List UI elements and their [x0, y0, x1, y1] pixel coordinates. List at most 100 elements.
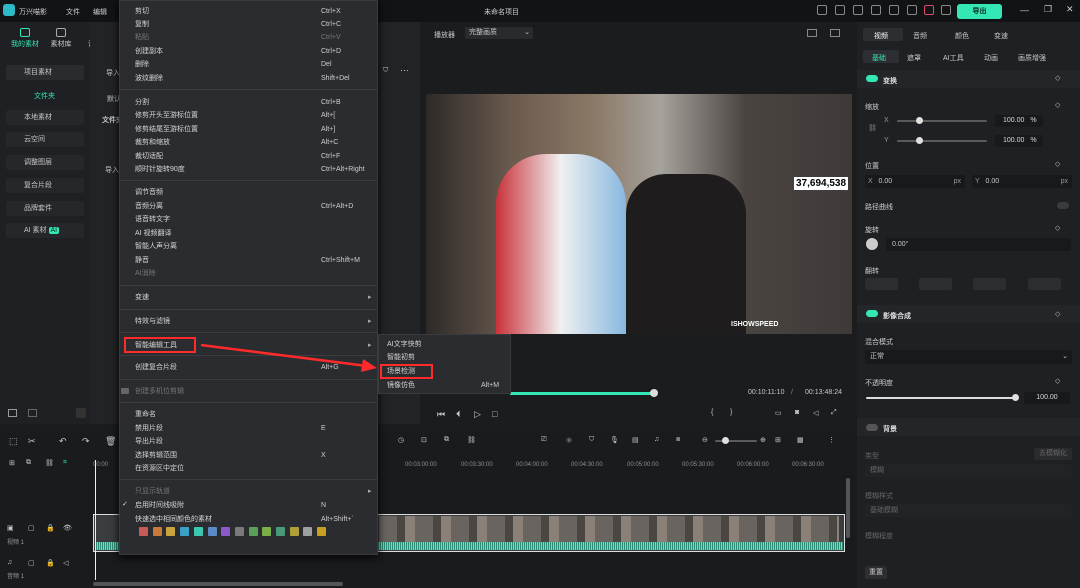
more-settings-icon[interactable]: ⋮ — [828, 436, 835, 444]
audio-lock-icon[interactable]: 🔒 — [46, 559, 55, 567]
snapshot-icon[interactable] — [830, 29, 840, 37]
progress-knob[interactable] — [650, 389, 658, 397]
undo-icon[interactable]: ↶ — [59, 436, 67, 447]
opacity-knob[interactable] — [1012, 394, 1019, 401]
opacity-keyframe-icon[interactable]: ◇ — [1055, 377, 1060, 385]
color-swatch[interactable] — [276, 527, 285, 536]
bg-type-select[interactable]: 模糊 — [865, 464, 1072, 477]
menu-item[interactable]: AI 视频翻译 — [135, 228, 172, 240]
menu-item[interactable]: 只显示轨道 — [135, 486, 170, 498]
subtab-basic[interactable]: 基础 — [872, 53, 886, 63]
menu-item[interactable]: 智能人声分离 — [135, 241, 177, 253]
position-keyframe-icon[interactable]: ◇ — [1055, 160, 1060, 168]
menu-item[interactable]: 剪切 — [135, 6, 149, 18]
menu-item[interactable]: 音频分离 — [135, 201, 163, 213]
color-swatch[interactable] — [248, 527, 258, 536]
more-icon[interactable]: ⋯ — [400, 65, 409, 76]
path-curve-toggle[interactable] — [1057, 202, 1069, 209]
menu-item[interactable]: 创建复合片段 — [135, 362, 177, 374]
sidebar-item-cloud[interactable]: 云空间 — [6, 132, 84, 147]
color-swatch[interactable] — [317, 527, 327, 536]
delete-icon[interactable]: 🗑 — [105, 436, 116, 447]
menu-item[interactable]: 导出片段 — [135, 436, 163, 448]
menu-item[interactable]: 快速选中相同颜色的素材 — [135, 514, 212, 526]
opacity-slider[interactable] — [866, 397, 1016, 399]
background-toggle[interactable] — [866, 424, 878, 431]
grid-icon[interactable]: ▦ — [797, 436, 804, 444]
color-swatch[interactable] — [207, 527, 217, 536]
magnet-icon[interactable]: ⧉ — [26, 459, 31, 467]
blend-keyframe-icon[interactable]: ◇ — [1055, 310, 1060, 318]
tab-video[interactable]: 视频 — [874, 31, 888, 41]
render-icon[interactable]: ⎚ — [541, 436, 547, 444]
timeline-playhead[interactable] — [95, 460, 96, 580]
rotate-dial[interactable] — [866, 238, 878, 250]
opacity-input[interactable]: 100.00 — [1024, 392, 1070, 404]
subtab-ai-tools[interactable]: AI工具 — [943, 53, 964, 63]
blend-mode-select[interactable]: 正常 ⌄ — [865, 350, 1072, 364]
upload-icon[interactable] — [941, 5, 951, 15]
bg-unblur-button[interactable]: 去模糊化 — [1034, 448, 1072, 460]
audio-edit-icon[interactable]: ♫ — [654, 436, 659, 443]
subtab-enhance[interactable]: 画质增强 — [1018, 53, 1046, 63]
rotate-input[interactable]: 0.00° — [886, 238, 1071, 251]
transform-toggle[interactable] — [866, 75, 878, 82]
color-swatch[interactable] — [166, 527, 176, 536]
link-track-icon[interactable]: ⛓ — [45, 459, 54, 467]
subtab-animation[interactable]: 动画 — [984, 53, 998, 63]
menu-item[interactable]: 创建副本 — [135, 46, 163, 58]
color-swatch[interactable] — [262, 527, 272, 536]
layers-icon[interactable]: ⧈ — [676, 436, 680, 444]
save-icon[interactable] — [853, 5, 863, 15]
scale-x-input[interactable]: 100.00 % — [995, 115, 1043, 127]
prev-frame-icon[interactable]: ⏮ — [437, 409, 445, 420]
menu-item[interactable]: 创建多机位剪辑 — [135, 386, 184, 398]
color-swatch[interactable] — [303, 527, 313, 536]
menu-item[interactable]: 波纹删除 — [135, 73, 163, 85]
track-lock-icon[interactable]: 🔒 — [46, 524, 55, 532]
folder-label[interactable]: 文件夹 — [34, 91, 55, 101]
reset-button[interactable]: 重置 — [865, 566, 887, 579]
keyframe-icon[interactable]: ◇ — [1055, 74, 1060, 82]
menu-item[interactable]: 裁剪和缩放 — [135, 137, 170, 149]
user-icon[interactable] — [907, 5, 917, 15]
menu-item[interactable]: 静音 — [135, 255, 149, 267]
shield-icon[interactable]: ⛉ — [589, 436, 594, 444]
play-back-icon[interactable]: ⏴ — [456, 409, 461, 420]
scale-x-knob[interactable] — [916, 117, 923, 124]
scale-y-knob[interactable] — [916, 137, 923, 144]
menu-item[interactable]: 裁切适配 — [135, 151, 163, 163]
tab-my-media[interactable]: 我的素材 — [10, 28, 40, 49]
position-y-input[interactable]: Y 0.00 px — [972, 175, 1072, 188]
menu-item[interactable]: 选择剪辑范围 — [135, 450, 177, 462]
menu-item[interactable]: 特效与滤镜 — [135, 316, 170, 328]
color-swatch[interactable] — [289, 527, 299, 536]
submenu-smart-rough-cut[interactable]: 智能初剪 — [387, 352, 415, 363]
tool-icon[interactable]: ✂ — [28, 436, 36, 447]
menu-item[interactable]: 分割 — [135, 97, 149, 109]
menu-item[interactable]: 禁用片段 — [135, 423, 163, 435]
maximize-icon[interactable]: ❐ — [1044, 4, 1052, 15]
menu-item[interactable]: AI消除 — [135, 268, 156, 280]
color-swatch[interactable] — [234, 527, 244, 536]
subtitle-icon[interactable]: ▤ — [632, 436, 639, 444]
menu-item[interactable]: 修剪开头至游标位置 — [135, 110, 198, 122]
track-eye-icon[interactable]: 👁 — [63, 524, 72, 532]
progress-bar[interactable] — [510, 392, 653, 395]
zoom-in-icon[interactable]: ⊕ — [760, 436, 766, 444]
menu-edit[interactable]: 编辑 — [93, 7, 107, 17]
menu-file[interactable]: 文件 — [66, 7, 80, 17]
quality-select[interactable]: 完整画质 ⌄ — [465, 27, 533, 39]
timer-icon[interactable]: ◷ — [398, 436, 404, 444]
bg-style-select[interactable]: 基础模糊 — [865, 504, 1072, 517]
new-folder-icon[interactable] — [8, 409, 17, 417]
select-tool-icon[interactable]: ⬚ — [9, 436, 18, 447]
menu-item[interactable]: 启用时间线吸附 — [135, 500, 184, 512]
tab-audio-prop[interactable]: 音频 — [913, 31, 927, 41]
collapse-icon[interactable] — [76, 408, 86, 418]
zoom-out-icon[interactable]: ⊖ — [702, 436, 708, 444]
color-swatch[interactable] — [221, 527, 231, 536]
fullscreen-icon[interactable]: ⤢ — [831, 409, 837, 417]
redo-icon[interactable]: ↷ — [82, 436, 90, 447]
scale-y-slider[interactable] — [897, 140, 987, 142]
